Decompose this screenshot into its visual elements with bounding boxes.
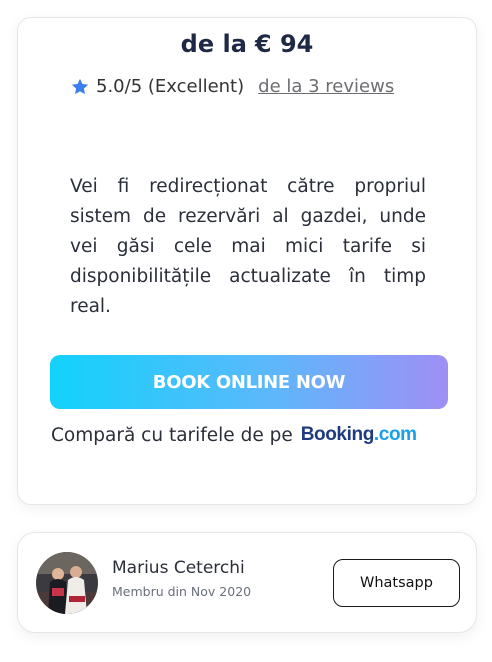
compare-text: Compară cu tarifele de pe bbox=[51, 424, 293, 446]
rating-score: 5.0/5 (Excellent) bbox=[96, 76, 245, 97]
star-icon bbox=[70, 77, 90, 97]
page: de la € 94 5.0/5 (Excellent) de la 3 revi… bbox=[0, 0, 492, 662]
price-amount: € 94 bbox=[254, 30, 314, 58]
booking-description: Vei fi redirecționat către propriul sist… bbox=[70, 176, 426, 317]
price-card: de la € 94 5.0/5 (Excellent) de la 3 revi… bbox=[17, 17, 477, 505]
booking-logo-tld: com bbox=[378, 424, 417, 445]
host-name: Marius Ceterchi bbox=[112, 558, 245, 578]
book-online-button[interactable]: BOOK ONLINE NOW bbox=[50, 355, 448, 409]
reviews-link[interactable]: de la 3 reviews bbox=[258, 76, 394, 97]
price-prefix: de la bbox=[180, 30, 247, 58]
whatsapp-button[interactable]: Whatsapp bbox=[333, 559, 460, 607]
host-member-since: Membru din Nov 2020 bbox=[112, 584, 252, 599]
booking-logo[interactable]: Booking.com bbox=[301, 424, 417, 446]
compare-row: Compară cu tarifele de pe Booking.com bbox=[51, 424, 466, 446]
booking-logo-name: Booking bbox=[300, 424, 375, 445]
rating-row: 5.0/5 (Excellent) de la 3 reviews bbox=[70, 76, 456, 97]
avatar bbox=[36, 552, 98, 614]
host-card: Marius Ceterchi Membru din Nov 2020 What… bbox=[17, 532, 477, 633]
price-row: de la € 94 bbox=[18, 30, 476, 58]
